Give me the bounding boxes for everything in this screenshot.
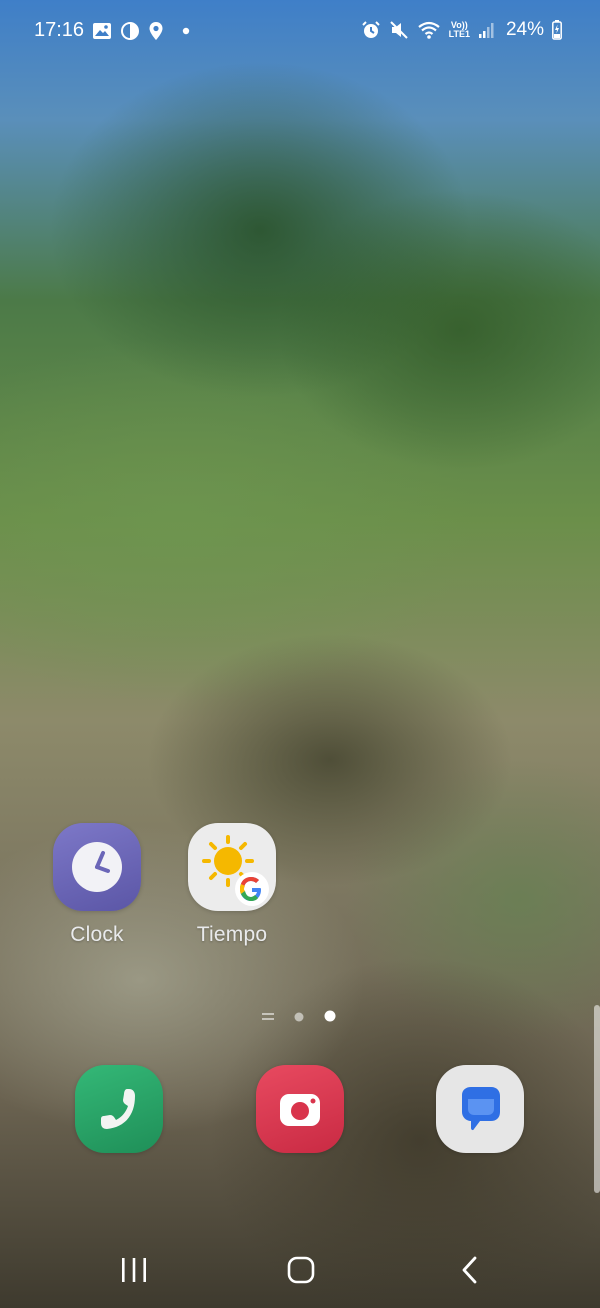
volte-lte-icon: Vo)) LTE1 [449,20,470,40]
page-dot [294,1009,304,1027]
location-icon [148,21,164,41]
back-icon [460,1256,480,1289]
gallery-icon [92,21,112,41]
wifi-icon [417,20,441,40]
page-dot-current [324,1009,336,1027]
dnd-moon-icon [120,21,140,41]
page-indicator[interactable] [262,1009,336,1027]
app-clock[interactable]: Clock [42,823,152,947]
navigation-bar [0,1230,600,1308]
clock-icon[interactable] [53,823,141,911]
messages-icon[interactable] [436,1065,524,1153]
battery-percent: 24% [505,19,544,40]
battery-charging-icon [552,20,562,40]
home-icon [287,1256,315,1289]
status-time: 17:16 [34,19,85,41]
signal-icon [478,20,494,40]
app-tiempo[interactable]: Tiempo [177,823,287,947]
status-right: Vo)) LTE1 24% [361,19,562,41]
alarm-icon [361,20,381,40]
phone-icon[interactable] [75,1065,163,1153]
app-label-clock: Clock [70,923,124,946]
home-screen-apps: Clock Tiempo [0,823,600,963]
recents-icon [120,1257,148,1288]
back-button[interactable] [440,1252,500,1292]
app-label-tiempo: Tiempo [196,923,268,946]
home-button[interactable] [271,1252,331,1292]
recents-button[interactable] [104,1252,164,1292]
camera-icon[interactable] [256,1065,344,1153]
status-left: 17:16 [34,19,190,42]
status-bar: 17:16 Vo)) LTE1 24% [0,0,600,60]
dock [0,1063,600,1155]
mute-icon [389,20,409,40]
dot-icon [182,21,190,41]
weather-google-icon[interactable] [188,823,276,911]
home-page-indicator-icon [262,1009,274,1027]
edge-panel-handle[interactable] [594,1005,600,1193]
lte-label: LTE1 [448,29,470,39]
